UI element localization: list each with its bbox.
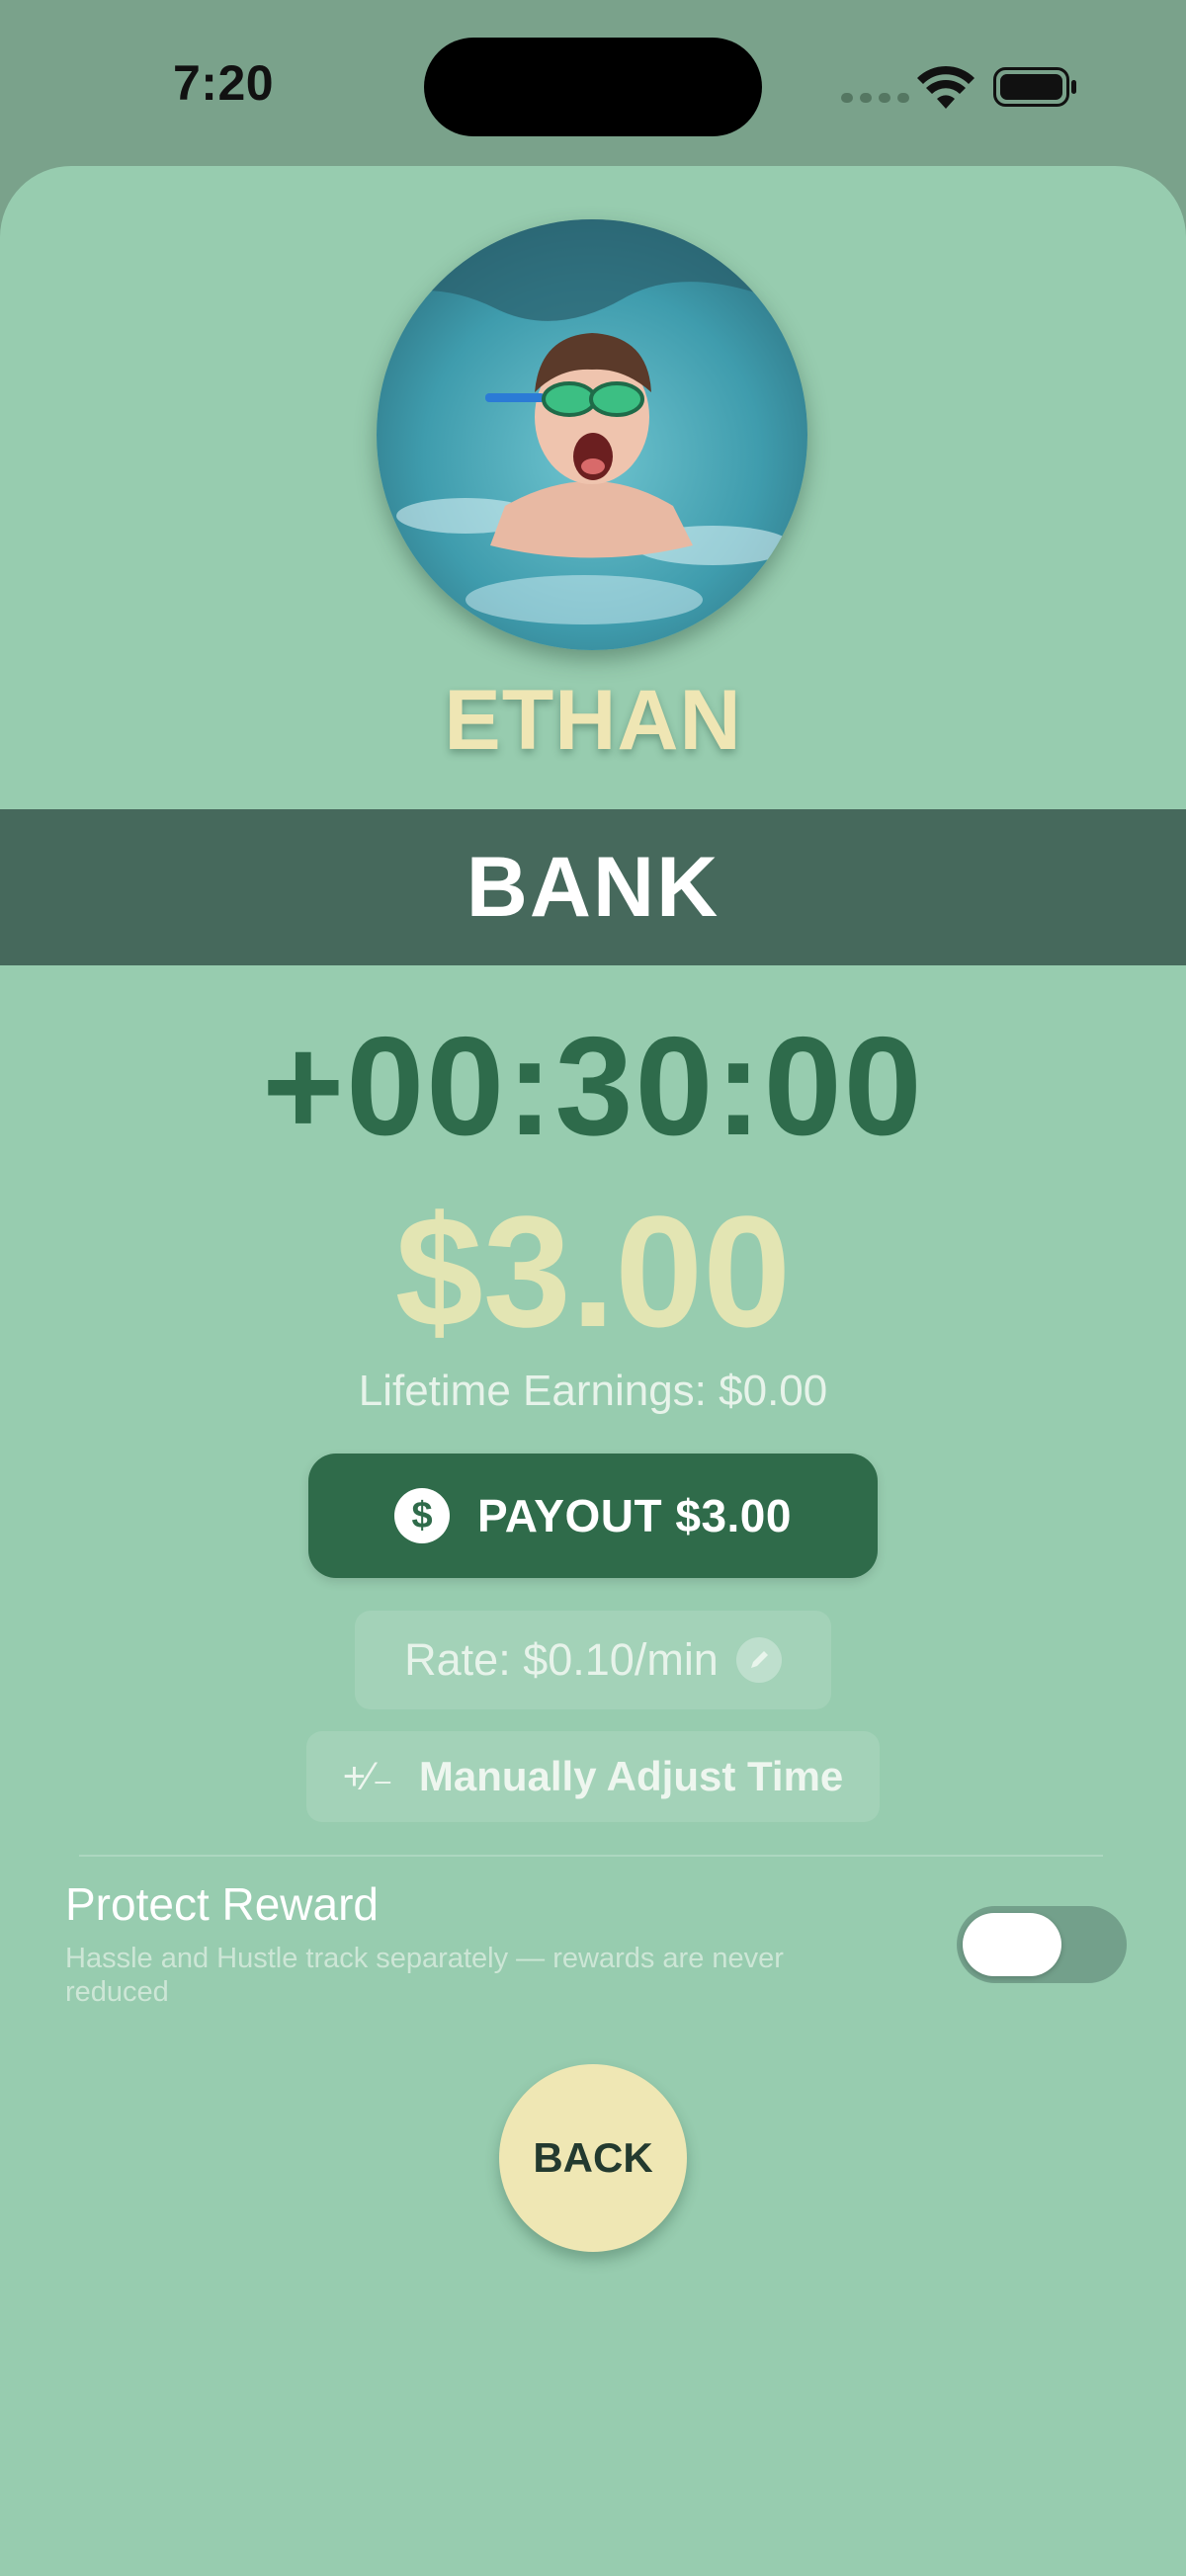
divider — [79, 1855, 1103, 1857]
lifetime-earnings: Lifetime Earnings: $0.00 — [358, 1367, 828, 1415]
child-name: ETHAN — [444, 673, 742, 768]
payout-button[interactable]: $ PAYOUT $3.00 — [308, 1454, 878, 1578]
rate-button[interactable]: Rate: $0.10/min — [355, 1611, 831, 1709]
dynamic-island — [424, 38, 762, 136]
plus-minus-icon: +∕₋ — [342, 1755, 393, 1798]
back-label: BACK — [533, 2134, 653, 2181]
wifi-icon — [917, 65, 974, 114]
manually-adjust-time-button[interactable]: +∕₋ Manually Adjust Time — [306, 1731, 880, 1822]
toggle-knob — [963, 1913, 1061, 1976]
protect-reward-toggle[interactable] — [957, 1906, 1127, 1983]
back-button[interactable]: BACK — [499, 2064, 687, 2252]
protect-reward-description: Hassle and Hustle track separately — rew… — [65, 1943, 784, 2008]
rate-label: Rate: $0.10/min — [404, 1634, 719, 1685]
status-bar: 7:20 — [0, 0, 1186, 166]
protect-reward-title: Protect Reward — [65, 1878, 380, 1930]
status-time: 7:20 — [173, 55, 275, 111]
payout-label: PAYOUT $3.00 — [477, 1490, 792, 1541]
adjust-time-label: Manually Adjust Time — [418, 1753, 844, 1799]
avatar — [377, 219, 807, 650]
cellular-signal-icon — [841, 93, 909, 103]
time-balance: +00:30:00 — [262, 1008, 924, 1165]
battery-icon — [993, 67, 1078, 112]
money-balance: $3.00 — [394, 1183, 792, 1360]
bank-title: BANK — [466, 839, 720, 935]
bank-banner: BANK — [0, 809, 1186, 965]
pencil-icon — [735, 1637, 782, 1683]
dollar-icon: $ — [394, 1488, 451, 1543]
